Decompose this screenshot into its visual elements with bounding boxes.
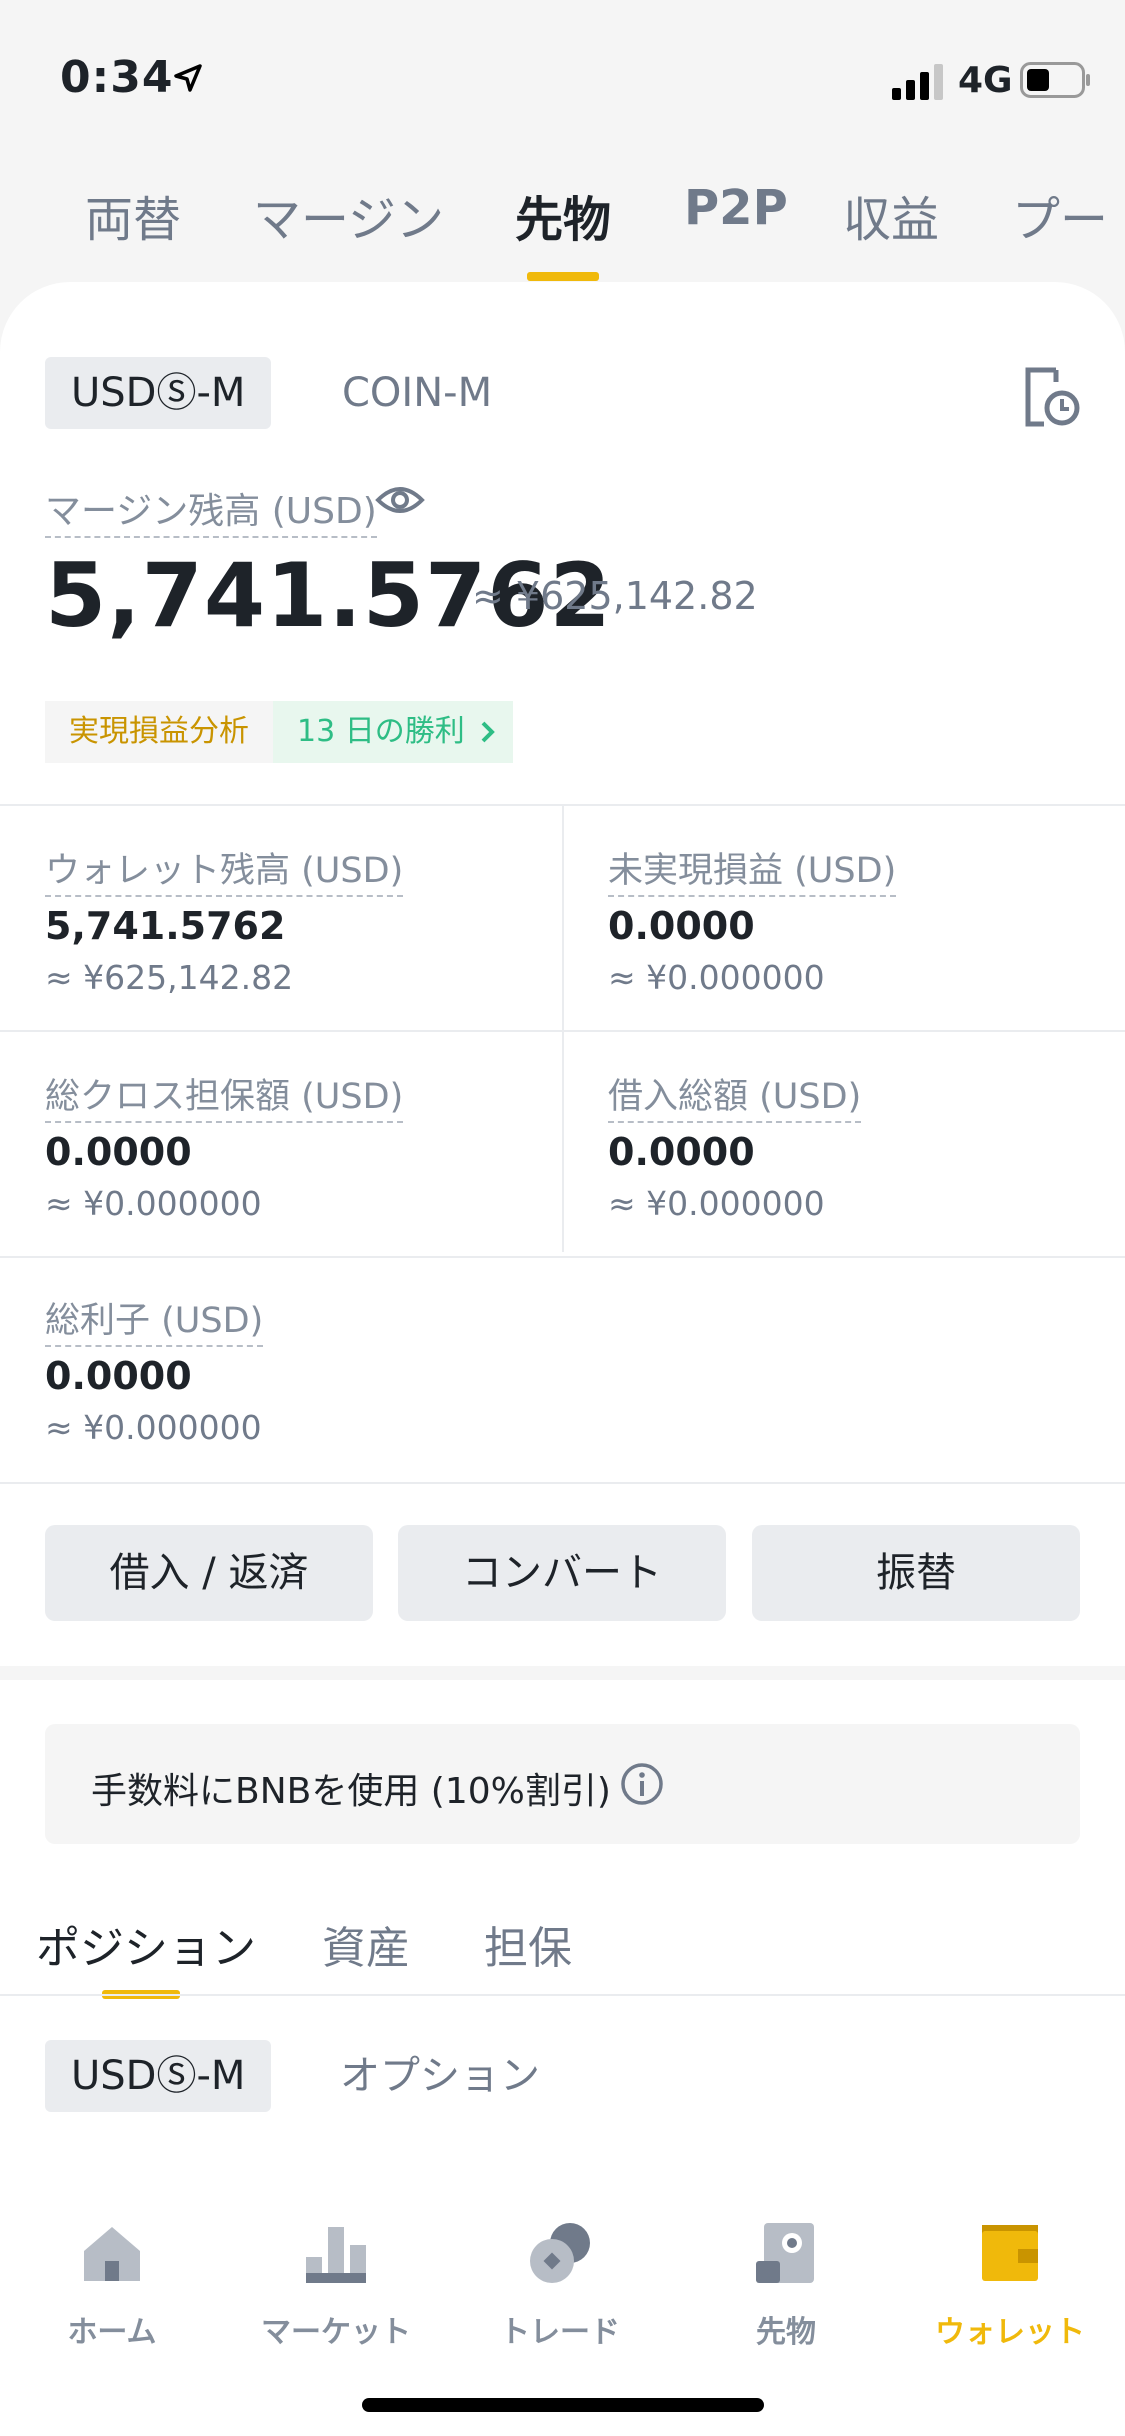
- nav-home-label: ホーム: [67, 2315, 157, 2350]
- borrowed-total-label[interactable]: 借入総額 (USD): [608, 1068, 862, 1123]
- network-type: 4G: [958, 60, 1013, 101]
- home-icon: [84, 2227, 140, 2281]
- trade-coins-icon: [530, 2223, 590, 2283]
- borrowed-total-approx: ≈ ¥0.000000: [608, 1184, 825, 1223]
- bnb-fee-label: 手数料にBNBを使用 (10%割引): [91, 1771, 611, 1812]
- bnb-fee-toggle[interactable]: 手数料にBNBを使用 (10%割引): [45, 1724, 1080, 1844]
- nav-futures-label: 先物: [756, 2315, 816, 2350]
- usds-m-tab[interactable]: USDⓈ-M: [45, 357, 272, 429]
- total-interest-label[interactable]: 総利子 (USD): [45, 1292, 264, 1347]
- unrealized-pnl-approx: ≈ ¥0.000000: [608, 958, 825, 997]
- wallet-icon: [982, 2225, 1038, 2281]
- nav-home[interactable]: ホーム: [22, 2217, 202, 2351]
- wallet-balance-value: 5,741.5762: [45, 904, 286, 948]
- tab-positions[interactable]: ポジション: [36, 1912, 256, 1976]
- margin-balance-label[interactable]: マージン残高 (USD): [45, 482, 377, 538]
- nav-futures[interactable]: 先物: [696, 2217, 876, 2351]
- unrealized-pnl-value: 0.0000: [608, 904, 755, 948]
- wallet-balance-approx: ≈ ¥625,142.82: [45, 958, 294, 997]
- pnl-analysis-label: 実現損益分析: [45, 701, 273, 763]
- tab-earn[interactable]: 収益: [843, 180, 939, 250]
- battery-icon: [1020, 62, 1090, 98]
- total-interest-value: 0.0000: [45, 1354, 192, 1398]
- tab-margin[interactable]: マージン: [253, 180, 444, 250]
- chevron-right-icon: [481, 721, 495, 743]
- eye-icon[interactable]: [375, 480, 425, 520]
- convert-button[interactable]: コンバート: [398, 1525, 726, 1621]
- tab-assets[interactable]: 資産: [322, 1912, 410, 1976]
- coin-m-tab[interactable]: COIN-M: [316, 357, 518, 429]
- status-time: 0:34: [60, 52, 174, 103]
- divider: [562, 804, 564, 1252]
- tab-futures[interactable]: 先物: [515, 180, 611, 250]
- futures-wallet-card: USDⓈ-M COIN-M マージン残高 (USD) 5,741.5762 ≈ …: [0, 282, 1125, 2436]
- positions-usds-m-tab[interactable]: USDⓈ-M: [45, 2040, 272, 2112]
- win-streak-label: 13 日の勝利: [297, 714, 465, 749]
- tab-pool[interactable]: プー: [1012, 180, 1108, 250]
- divider: [0, 1030, 1125, 1032]
- margin-balance-approx: ≈ ¥625,142.82: [472, 574, 758, 618]
- info-icon[interactable]: [620, 1762, 664, 1806]
- total-interest-approx: ≈ ¥0.000000: [45, 1408, 262, 1447]
- bar-chart-icon: [306, 2227, 366, 2283]
- top-tabs: 両替 マージン 先物 P2P 収益 プー: [0, 180, 1125, 290]
- futures-icon: [756, 2223, 814, 2283]
- pnl-analysis-banner[interactable]: 実現損益分析 13 日の勝利: [45, 701, 513, 763]
- positions-option-tab[interactable]: オプション: [314, 2040, 566, 2112]
- cross-collateral-value: 0.0000: [45, 1130, 192, 1174]
- cellular-signal-icon: [892, 64, 943, 100]
- divider: [0, 1256, 1125, 1258]
- nav-markets-label: マーケット: [261, 2315, 411, 2350]
- unrealized-pnl-label[interactable]: 未実現損益 (USD): [608, 842, 897, 897]
- tab-collateral[interactable]: 担保: [484, 1912, 572, 1976]
- nav-trade[interactable]: トレード: [470, 2217, 650, 2351]
- wallet-balance-label[interactable]: ウォレット残高 (USD): [45, 842, 404, 897]
- status-bar: 0:34 4G: [0, 0, 1125, 150]
- nav-markets[interactable]: マーケット: [246, 2217, 426, 2351]
- nav-wallet[interactable]: ウォレット: [920, 2217, 1100, 2351]
- transfer-button[interactable]: 振替: [752, 1525, 1080, 1621]
- divider: [0, 1994, 1125, 1996]
- cross-collateral-approx: ≈ ¥0.000000: [45, 1184, 262, 1223]
- win-streak-badge: 13 日の勝利: [273, 701, 513, 763]
- nav-trade-label: トレード: [500, 2315, 620, 2350]
- cross-collateral-label[interactable]: 総クロス担保額 (USD): [45, 1068, 404, 1123]
- active-tab-indicator: [527, 272, 599, 281]
- divider: [0, 1482, 1125, 1484]
- nav-wallet-label: ウォレット: [935, 2315, 1085, 2350]
- history-icon[interactable]: [1020, 364, 1082, 430]
- borrowed-total-value: 0.0000: [608, 1130, 755, 1174]
- tab-exchange[interactable]: 両替: [85, 180, 181, 250]
- location-arrow-icon: [174, 64, 202, 92]
- home-indicator: [362, 2398, 764, 2412]
- borrow-repay-button[interactable]: 借入 / 返済: [45, 1525, 373, 1621]
- section-divider: [0, 1666, 1125, 1680]
- tab-p2p[interactable]: P2P: [684, 180, 788, 236]
